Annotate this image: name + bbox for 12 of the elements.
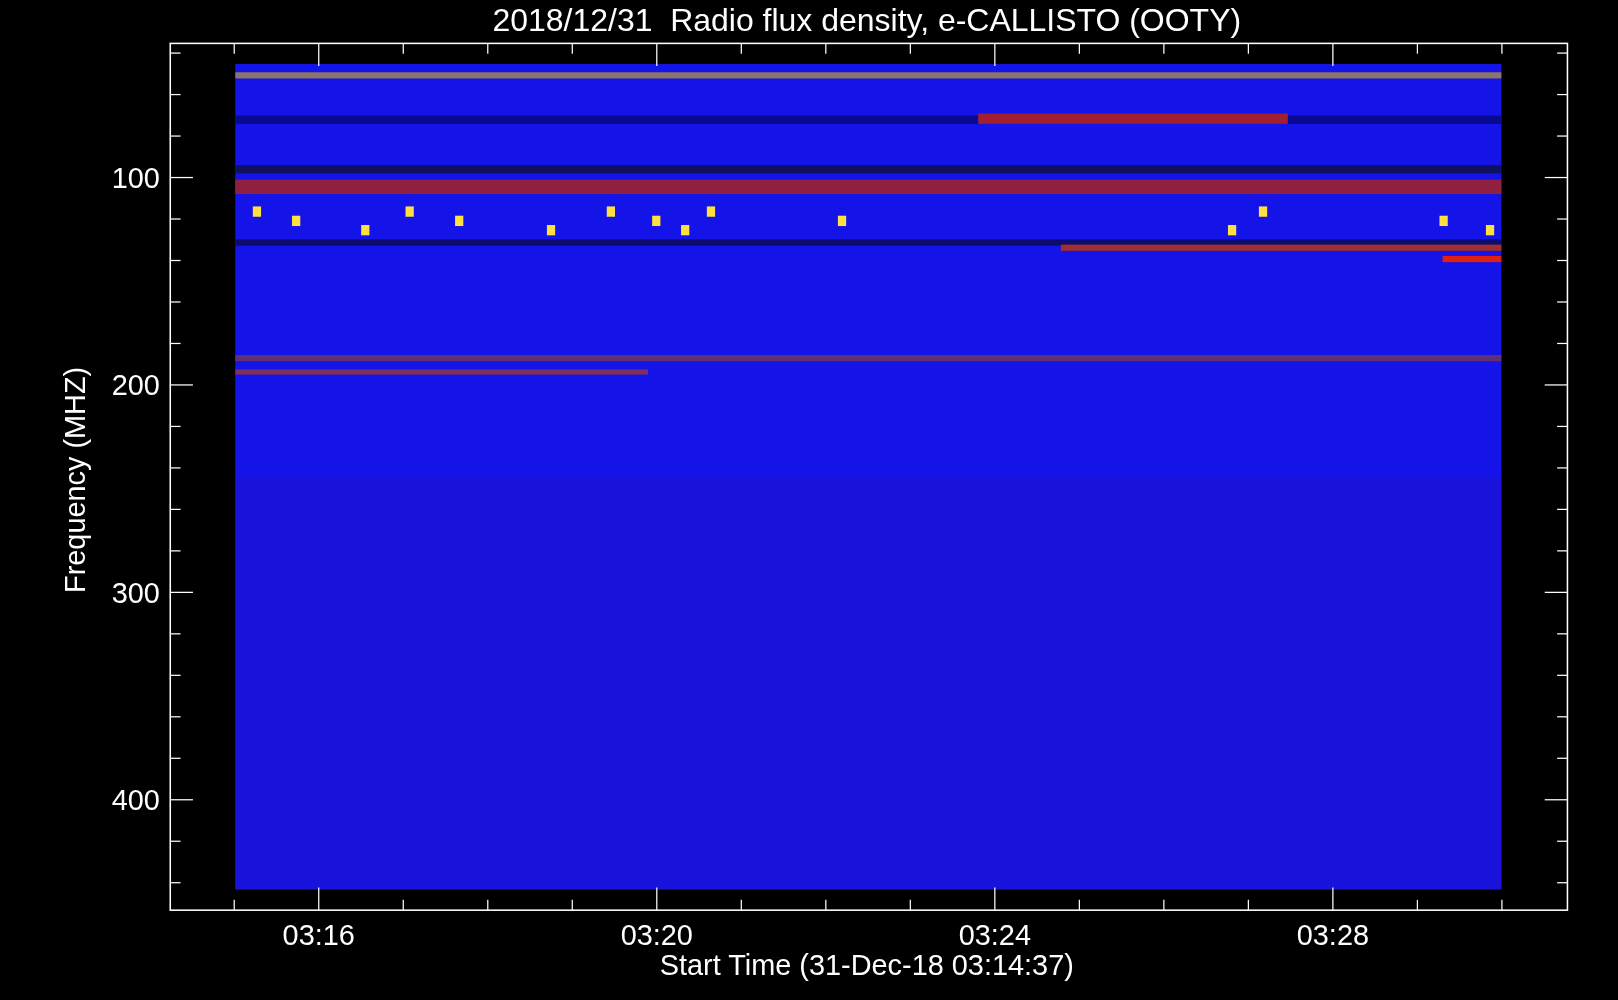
- x-tick-label: 03:24: [958, 919, 1031, 952]
- x-tick-label: 03:28: [1296, 919, 1369, 952]
- y-tick-label: 100: [111, 161, 160, 194]
- interference-band: [1442, 255, 1502, 263]
- x-tick-label: 03:20: [620, 919, 693, 952]
- y-tick-label: 300: [111, 576, 160, 609]
- x-tick-label: 03:16: [282, 919, 355, 952]
- y-tick-label: 200: [111, 369, 160, 402]
- x-axis-label: Start Time (31-Dec-18 03:14:37): [659, 949, 1074, 982]
- y-tick-label: 400: [111, 784, 160, 817]
- chart-title: 2018/12/31 Radio flux density, e-CALLISTO (OOTY): [492, 2, 1242, 38]
- y-axis-label: Frequency (MHZ): [58, 366, 91, 593]
